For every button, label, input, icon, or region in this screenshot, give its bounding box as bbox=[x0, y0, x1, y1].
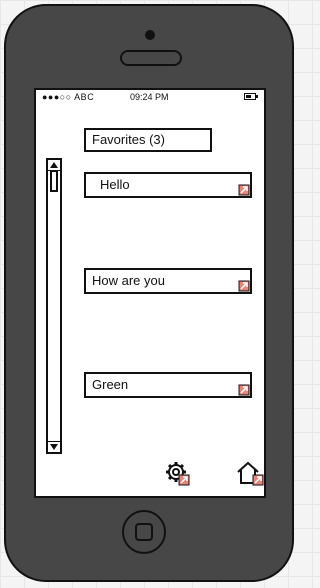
scroll-up-arrow-icon[interactable] bbox=[50, 162, 58, 168]
home-button-square-icon bbox=[135, 523, 153, 541]
battery-icon bbox=[244, 93, 258, 100]
favorites-title: Favorites (3) bbox=[84, 128, 212, 152]
favorite-item-how-are-you[interactable]: How are you bbox=[84, 268, 252, 294]
home-nav-button[interactable] bbox=[236, 460, 264, 486]
settings-button[interactable] bbox=[164, 460, 190, 486]
phone-frame: ●●●○○ ABC 09:24 PM Favorites (3) Hello H… bbox=[4, 4, 294, 582]
link-arrow-icon bbox=[238, 280, 250, 292]
gear-icon bbox=[166, 462, 190, 486]
screen: ●●●○○ ABC 09:24 PM Favorites (3) Hello H… bbox=[34, 88, 266, 498]
device-home-button[interactable] bbox=[122, 510, 166, 554]
link-arrow-icon bbox=[238, 384, 250, 396]
favorite-item-hello[interactable]: Hello bbox=[84, 172, 252, 198]
scrollbar[interactable] bbox=[46, 158, 62, 454]
status-bar: ●●●○○ ABC 09:24 PM bbox=[36, 90, 264, 104]
favorite-item-green[interactable]: Green bbox=[84, 372, 252, 398]
scroll-track-bottom bbox=[48, 441, 60, 442]
camera bbox=[145, 30, 155, 40]
home-icon bbox=[237, 461, 264, 486]
scroll-thumb[interactable] bbox=[50, 170, 58, 192]
favorite-item-label: How are you bbox=[92, 273, 165, 288]
speaker bbox=[120, 50, 182, 66]
favorite-item-label: Green bbox=[92, 377, 129, 392]
status-time: 09:24 PM bbox=[130, 92, 169, 102]
scroll-down-arrow-icon[interactable] bbox=[50, 444, 58, 450]
link-arrow-icon bbox=[238, 184, 250, 196]
favorite-item-label: Hello bbox=[100, 177, 130, 192]
carrier-signal: ●●●○○ ABC bbox=[42, 92, 95, 102]
